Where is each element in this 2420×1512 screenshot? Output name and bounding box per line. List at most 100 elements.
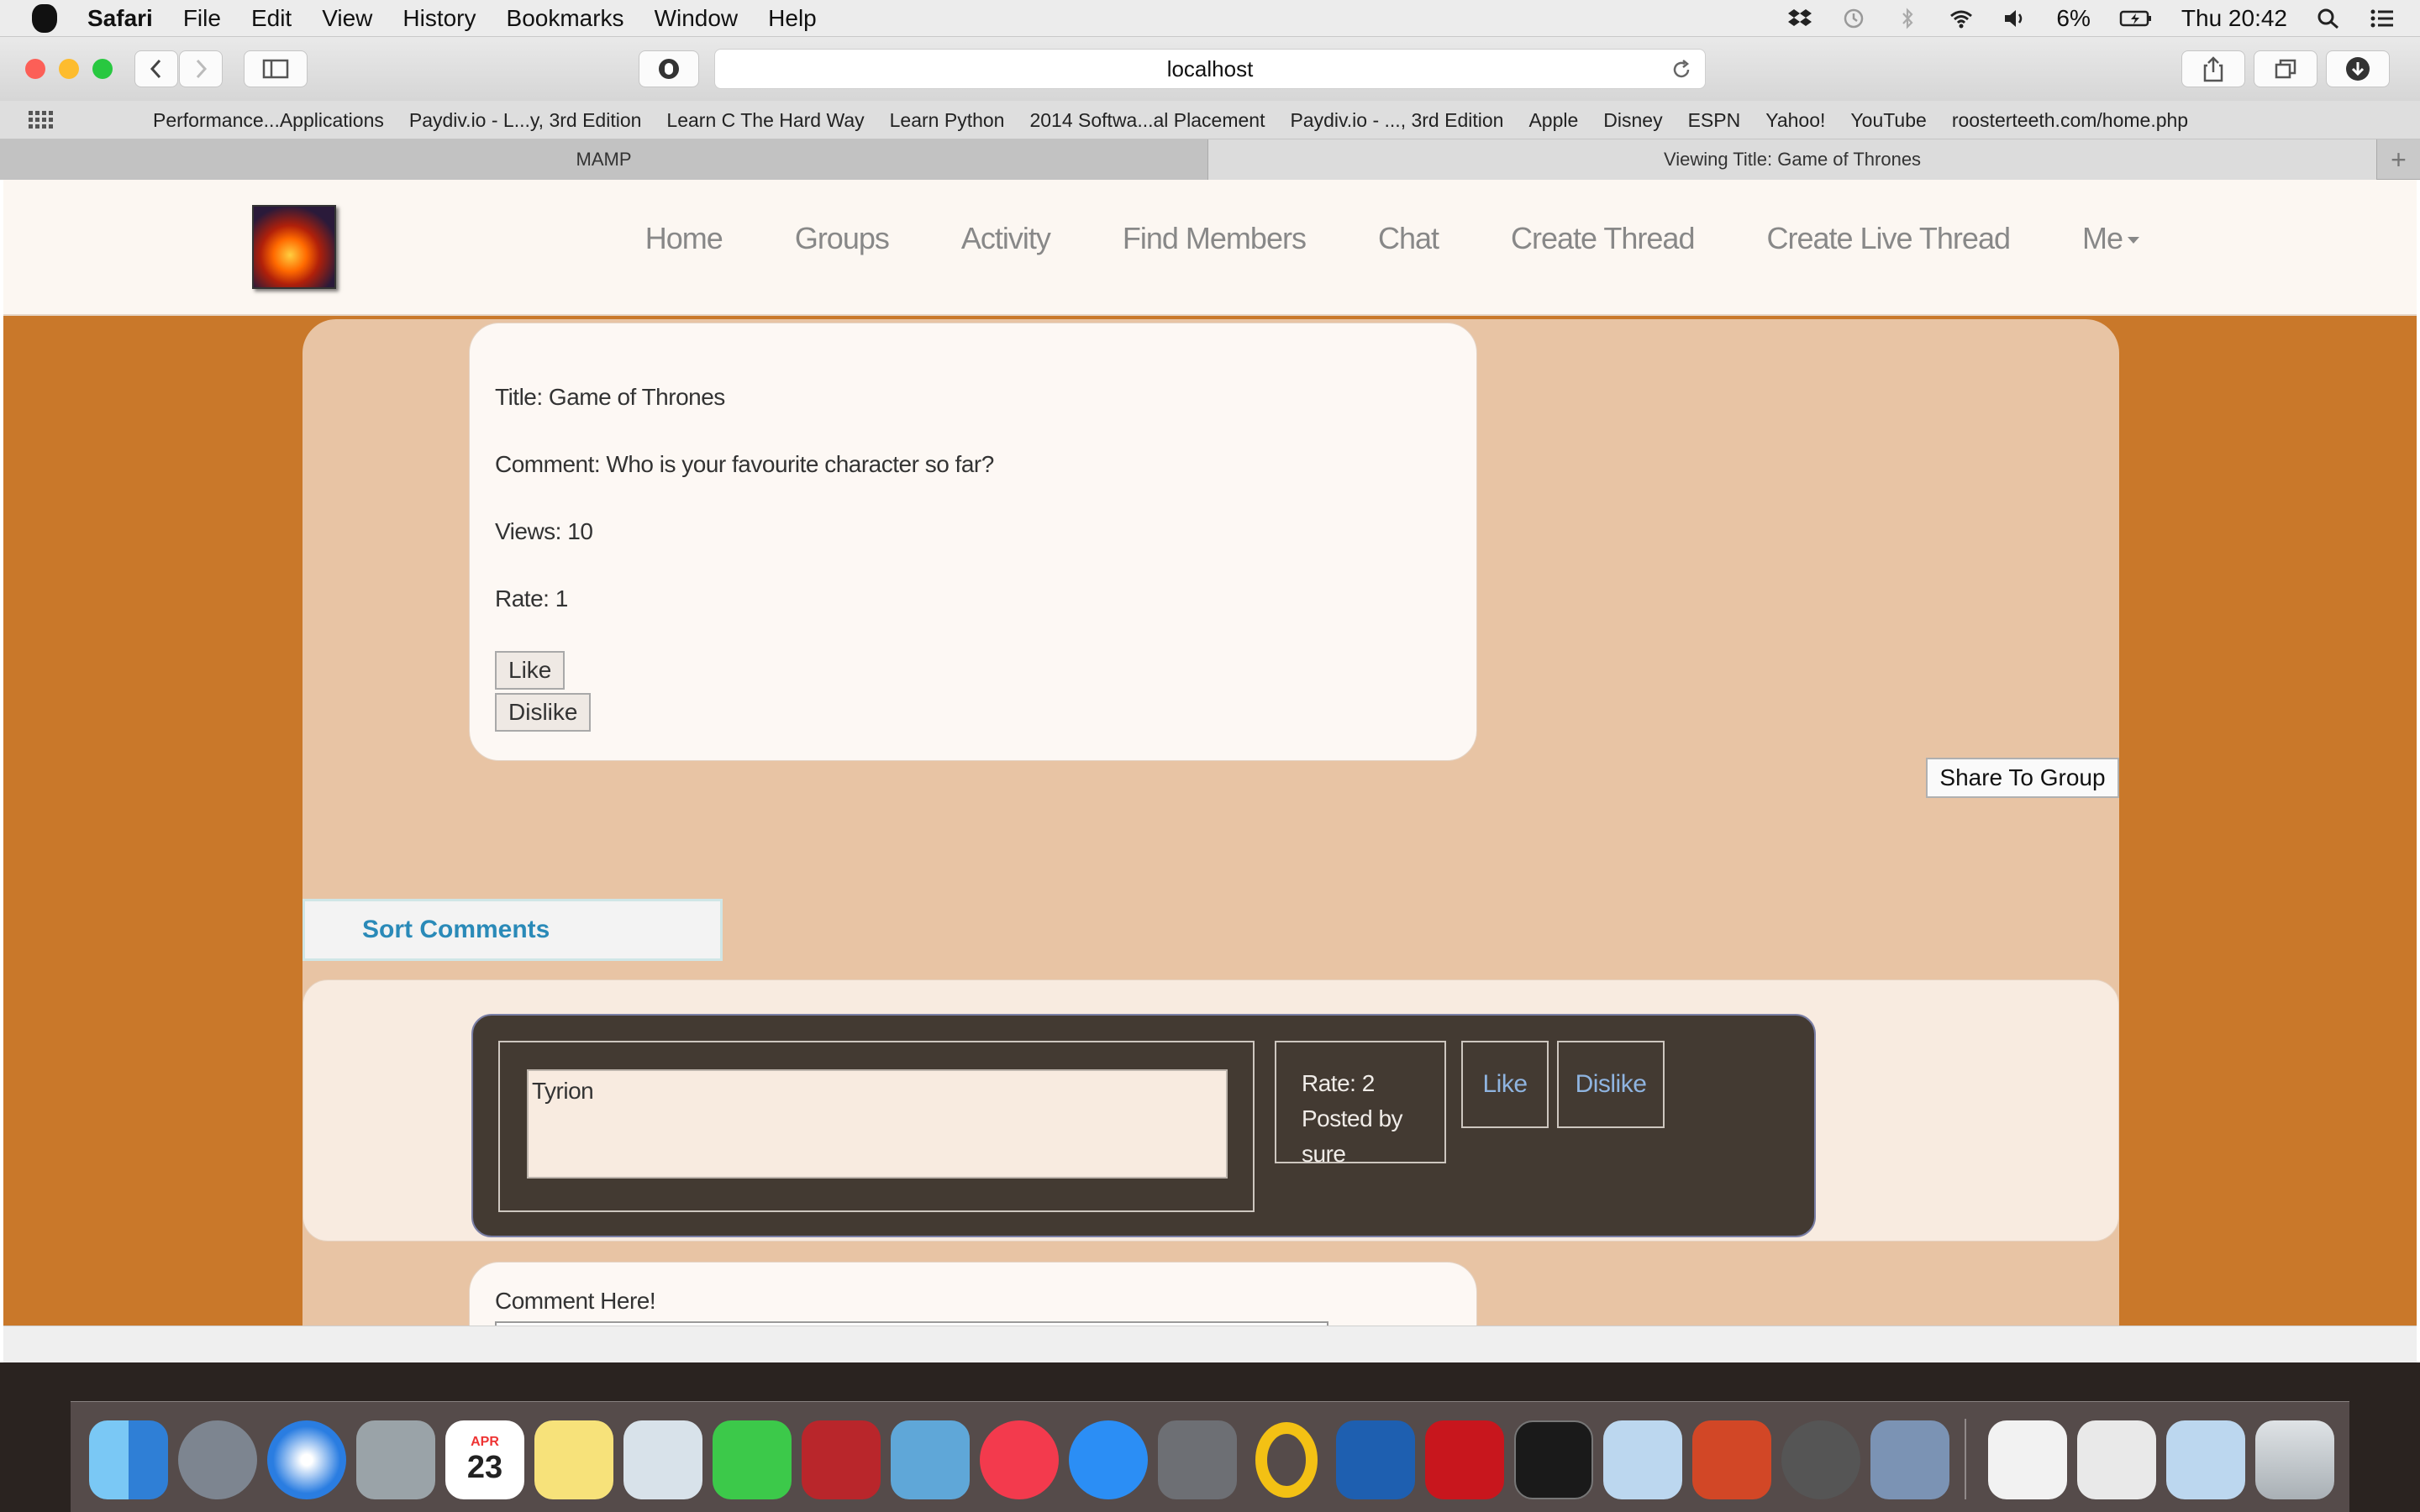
facetime-icon[interactable]	[713, 1420, 792, 1499]
bluetooth-icon[interactable]	[1895, 8, 1920, 29]
comment-dislike-button[interactable]: Dislike	[1557, 1041, 1665, 1128]
comments-section: Tyrion Rate: 2 Posted by sure Like Disli…	[302, 979, 2119, 1242]
bookmark-item[interactable]: ESPN	[1688, 109, 1741, 132]
nav-home[interactable]: Home	[645, 221, 723, 256]
web-page: Home Groups Activity Find Members Chat C…	[3, 180, 2417, 1362]
virtualbox-vm-icon[interactable]	[2166, 1420, 2245, 1499]
bookmark-item[interactable]: Performance...Applications	[153, 109, 384, 132]
caret-down-icon	[2128, 237, 2139, 244]
nav-me-dropdown[interactable]: Me	[2082, 221, 2139, 256]
iphoto-icon[interactable]	[891, 1420, 970, 1499]
downloads-button[interactable]	[2326, 50, 2390, 87]
menu-edit[interactable]: Edit	[251, 5, 292, 32]
itunes-icon[interactable]	[980, 1420, 1059, 1499]
close-window-button[interactable]	[25, 59, 45, 79]
menu-view[interactable]: View	[322, 5, 372, 32]
powerpoint-icon[interactable]	[1692, 1420, 1771, 1499]
tab-bar: MAMP Viewing Title: Game of Thrones +	[0, 139, 2420, 180]
minimize-window-button[interactable]	[59, 59, 79, 79]
new-tab-button[interactable]: +	[2376, 139, 2420, 180]
ghostery-button[interactable]	[639, 50, 699, 87]
opera-icon[interactable]	[1247, 1420, 1326, 1499]
nav-create-thread[interactable]: Create Thread	[1511, 221, 1695, 256]
preview-icon[interactable]	[356, 1420, 435, 1499]
forward-button[interactable]	[179, 50, 223, 87]
finder-icon[interactable]	[89, 1420, 168, 1499]
nav-me-label: Me	[2081, 221, 2123, 255]
site-nav-links: Home Groups Activity Find Members Chat C…	[645, 180, 2139, 297]
share-to-group-button[interactable]: Share To Group	[1926, 758, 2119, 798]
nav-groups[interactable]: Groups	[795, 221, 890, 256]
bookmark-item[interactable]: Learn C The Hard Way	[666, 109, 864, 132]
menu-clock[interactable]: Thu 20:42	[2181, 5, 2287, 32]
menu-history[interactable]: History	[402, 5, 476, 32]
tab-viewing-title[interactable]: Viewing Title: Game of Thrones	[1208, 139, 2376, 180]
terminal-icon[interactable]	[1514, 1420, 1593, 1499]
address-bar[interactable]: localhost	[714, 49, 1706, 89]
virtualbox-icon[interactable]	[1603, 1420, 1682, 1499]
comment-like-button[interactable]: Like	[1461, 1041, 1549, 1128]
time-machine-icon[interactable]	[1841, 8, 1866, 29]
document-stack-icon[interactable]	[1988, 1420, 2067, 1499]
system-preferences-icon[interactable]	[1158, 1420, 1237, 1499]
thread-comment: Comment: Who is your favourite character…	[495, 451, 994, 477]
battery-icon[interactable]	[2119, 8, 2153, 29]
bookmark-item[interactable]: 2014 Softwa...al Placement	[1029, 109, 1265, 132]
thread-views: Views: 10	[495, 518, 593, 544]
menu-help[interactable]: Help	[768, 5, 817, 32]
image-capture-icon[interactable]	[1870, 1420, 1949, 1499]
calendar-month: APR	[471, 1434, 499, 1449]
nav-chat[interactable]: Chat	[1378, 221, 1439, 256]
launchpad-icon[interactable]	[178, 1420, 257, 1499]
show-all-tabs-button[interactable]	[2254, 50, 2317, 87]
wifi-icon[interactable]	[1949, 8, 1974, 29]
bookmark-item[interactable]: Disney	[1603, 109, 1662, 132]
trash-icon[interactable]	[2255, 1420, 2334, 1499]
menu-file[interactable]: File	[183, 5, 221, 32]
thread-dislike-button[interactable]: Dislike	[495, 693, 592, 732]
bookmark-item[interactable]: Paydiv.io - ..., 3rd Edition	[1290, 109, 1503, 132]
bookmark-item[interactable]: Yahoo!	[1765, 109, 1825, 132]
safari-window: localhost Performance...Applications Pay…	[0, 37, 2420, 1362]
notes-icon[interactable]	[534, 1420, 613, 1499]
bookmark-item[interactable]: Apple	[1528, 109, 1578, 132]
apple-icon[interactable]	[32, 4, 57, 33]
comment-body-frame: Tyrion	[498, 1041, 1255, 1212]
safari-icon[interactable]	[267, 1420, 346, 1499]
zoom-window-button[interactable]	[92, 59, 113, 79]
site-logo[interactable]	[252, 205, 336, 289]
notification-center-icon[interactable]	[2370, 8, 2395, 29]
nav-create-live-thread[interactable]: Create Live Thread	[1766, 221, 2011, 256]
dropbox-icon[interactable]	[1787, 8, 1812, 29]
tab-mamp[interactable]: MAMP	[0, 139, 1208, 180]
bookmark-item[interactable]: Paydiv.io - L...y, 3rd Edition	[409, 109, 642, 132]
wireshark-icon[interactable]	[1336, 1420, 1415, 1499]
menu-bookmarks[interactable]: Bookmarks	[507, 5, 624, 32]
calendar-icon[interactable]: APR 23	[445, 1420, 524, 1499]
sort-comments-button[interactable]: Sort Comments	[302, 899, 723, 961]
bookmarks-bar: Performance...Applications Paydiv.io - L…	[0, 101, 2420, 139]
reload-icon[interactable]	[1670, 58, 1693, 81]
volume-icon[interactable]	[2002, 8, 2028, 29]
app-store-icon[interactable]	[1069, 1420, 1148, 1499]
top-sites-grid-icon[interactable]	[29, 111, 54, 129]
mamp-icon[interactable]	[1781, 1420, 1860, 1499]
maps-icon[interactable]	[623, 1420, 702, 1499]
back-button[interactable]	[134, 50, 178, 87]
spotlight-search-icon[interactable]	[2316, 8, 2341, 29]
bookmark-item[interactable]: YouTube	[1850, 109, 1926, 132]
bookmark-item[interactable]: Learn Python	[890, 109, 1005, 132]
bookmark-item[interactable]: roosterteeth.com/home.php	[1952, 109, 2188, 132]
opera-logo-icon	[1255, 1422, 1318, 1498]
share-page-button[interactable]	[2181, 50, 2245, 87]
menu-window[interactable]: Window	[655, 5, 739, 32]
sidebar-toggle-button[interactable]	[244, 50, 308, 87]
menu-app-safari[interactable]: Safari	[87, 5, 153, 32]
nav-find-members[interactable]: Find Members	[1123, 221, 1307, 256]
photo-booth-icon[interactable]	[802, 1420, 881, 1499]
pdf-document-icon[interactable]	[2077, 1420, 2156, 1499]
thread-like-button[interactable]: Like	[495, 651, 566, 690]
adobe-reader-icon[interactable]	[1425, 1420, 1504, 1499]
battery-percent: 6%	[2056, 5, 2091, 31]
nav-activity[interactable]: Activity	[961, 221, 1051, 256]
